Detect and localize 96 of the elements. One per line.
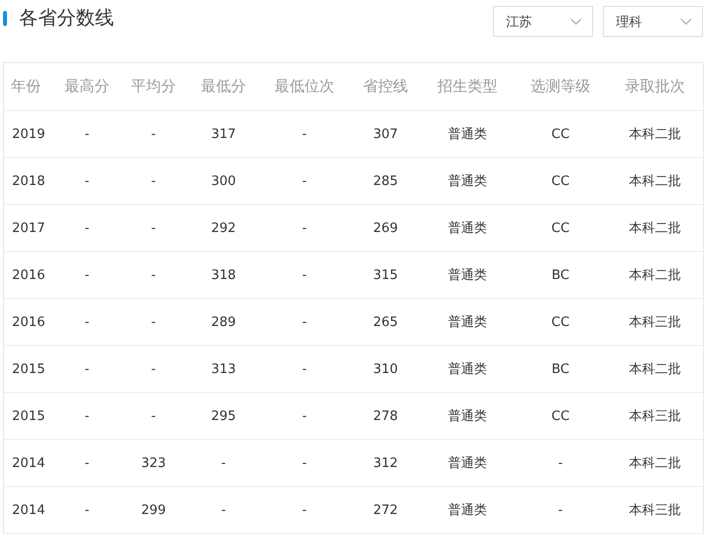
chevron-down-icon <box>570 18 582 26</box>
table-cell: 普通类 <box>420 298 514 346</box>
table-cell: 本科三批 <box>606 486 704 534</box>
table-cell: 本科二批 <box>606 440 704 486</box>
table-cell: - <box>258 346 350 392</box>
table-cell: 普通类 <box>420 158 514 204</box>
table-cell: - <box>56 298 118 346</box>
table-cell: 2017 <box>4 204 56 252</box>
table-cell: 2014 <box>4 440 56 486</box>
table-cell: 295 <box>188 392 258 440</box>
table-cell: 本科二批 <box>606 158 704 204</box>
table-cell: 2016 <box>4 298 56 346</box>
table-cell: 本科三批 <box>606 298 704 346</box>
table-cell: 本科二批 <box>606 204 704 252</box>
table-cell: 普通类 <box>420 486 514 534</box>
table-cell: 313 <box>188 346 258 392</box>
table-cell: 2015 <box>4 392 56 440</box>
table-cell: 269 <box>350 204 420 252</box>
table-cell: - <box>258 252 350 298</box>
table-cell: 本科三批 <box>606 392 704 440</box>
table-cell: - <box>56 204 118 252</box>
table-cell: - <box>258 204 350 252</box>
table-cell: 323 <box>118 440 188 486</box>
table-cell: 2014 <box>4 486 56 534</box>
table-cell: - <box>188 440 258 486</box>
table-cell: 本科二批 <box>606 110 704 158</box>
table-cell: CC <box>514 110 606 158</box>
table-cell: - <box>118 392 188 440</box>
table-cell: - <box>514 486 606 534</box>
table-cell: 292 <box>188 204 258 252</box>
table-cell: - <box>56 110 118 158</box>
table-cell: 285 <box>350 158 420 204</box>
table-cell: 普通类 <box>420 252 514 298</box>
table-cell: 278 <box>350 392 420 440</box>
table-cell: 300 <box>188 158 258 204</box>
column-header: 最高分 <box>56 62 118 110</box>
table-cell: 普通类 <box>420 110 514 158</box>
filter-dropdown[interactable]: 理科 <box>603 6 703 37</box>
filter-dropdown[interactable]: 江苏 <box>493 6 593 37</box>
chevron-down-icon <box>680 18 692 26</box>
table-cell: 本科二批 <box>606 252 704 298</box>
table-cell: - <box>118 252 188 298</box>
table-cell: - <box>118 298 188 346</box>
table-cell: - <box>118 158 188 204</box>
table-cell: - <box>258 392 350 440</box>
table-cell: - <box>56 158 118 204</box>
column-header: 省控线 <box>350 62 420 110</box>
table-cell: CC <box>514 298 606 346</box>
table-cell: - <box>514 440 606 486</box>
table-cell: - <box>56 486 118 534</box>
section-title: 各省分数线 <box>19 6 115 30</box>
table-cell: 普通类 <box>420 440 514 486</box>
table-cell: 315 <box>350 252 420 298</box>
column-header: 招生类型 <box>420 62 514 110</box>
table-cell: 普通类 <box>420 204 514 252</box>
table-cell: CC <box>514 158 606 204</box>
table-cell: 265 <box>350 298 420 346</box>
column-header: 平均分 <box>118 62 188 110</box>
table-cell: - <box>56 392 118 440</box>
table-cell: - <box>258 110 350 158</box>
table-cell: 2016 <box>4 252 56 298</box>
table-cell: - <box>56 440 118 486</box>
column-header: 选测等级 <box>514 62 606 110</box>
table-cell: - <box>258 298 350 346</box>
table-cell: BC <box>514 346 606 392</box>
column-header: 最低分 <box>188 62 258 110</box>
table-cell: 2019 <box>4 110 56 158</box>
table-cell: 289 <box>188 298 258 346</box>
table-cell: - <box>118 110 188 158</box>
table-cell: CC <box>514 392 606 440</box>
table-cell: - <box>118 346 188 392</box>
title-accent <box>3 11 7 26</box>
table-cell: - <box>56 346 118 392</box>
table-cell: 272 <box>350 486 420 534</box>
table-cell: 312 <box>350 440 420 486</box>
column-header: 年份 <box>4 62 56 110</box>
table-cell: 2018 <box>4 158 56 204</box>
table-cell: BC <box>514 252 606 298</box>
table-cell: CC <box>514 204 606 252</box>
table-cell: - <box>188 486 258 534</box>
table-cell: 普通类 <box>420 346 514 392</box>
table-cell: 本科二批 <box>606 346 704 392</box>
table-cell: 318 <box>188 252 258 298</box>
table-cell: - <box>118 204 188 252</box>
column-header: 录取批次 <box>606 62 704 110</box>
table-cell: 普通类 <box>420 392 514 440</box>
table-cell: 299 <box>118 486 188 534</box>
table-cell: - <box>258 158 350 204</box>
table-cell: 2015 <box>4 346 56 392</box>
table-cell: - <box>258 440 350 486</box>
table-cell: 317 <box>188 110 258 158</box>
table-cell: - <box>56 252 118 298</box>
column-header: 最低位次 <box>258 62 350 110</box>
table-cell: 307 <box>350 110 420 158</box>
table-cell: - <box>258 486 350 534</box>
table-cell: 310 <box>350 346 420 392</box>
